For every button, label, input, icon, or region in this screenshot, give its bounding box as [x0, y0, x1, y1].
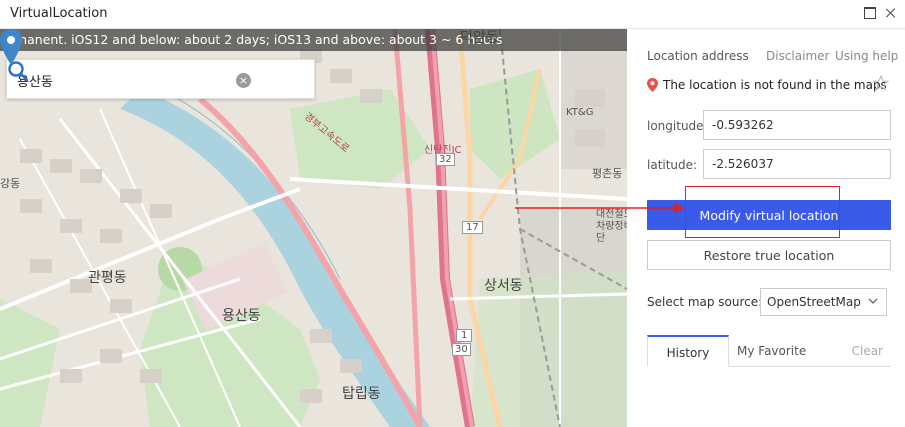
restore-icon[interactable] — [864, 7, 876, 19]
map-label-yongsan: 용산동 — [222, 308, 261, 324]
map-label-pyeongchon: 평촌동 — [592, 167, 623, 180]
location-status: The location is not found in the maps — [663, 78, 887, 92]
clear-search-icon[interactable]: × — [236, 73, 251, 88]
using-help-link[interactable]: Using help — [835, 49, 898, 63]
map-view[interactable]: rmanent. iOS12 and below: about 2 days; … — [0, 29, 627, 427]
map-label-sintanjin-num: 32 — [436, 153, 455, 166]
map-search-input[interactable] — [17, 69, 232, 91]
latitude-label: latitude: — [647, 158, 698, 172]
location-marker-icon — [647, 78, 658, 92]
map-source-value: OpenStreetMap — [767, 295, 861, 309]
map-label-ktg: KT&G — [566, 107, 594, 118]
tab-history[interactable]: History — [647, 335, 729, 367]
longitude-label: longitude: — [647, 119, 708, 133]
title-bar: VirtualLocation — [0, 0, 905, 29]
location-address-label: Location address — [647, 49, 749, 63]
map-label-deogam: 덕암동 — [460, 30, 499, 46]
map-search-box: × — [6, 59, 315, 99]
route-1-shield: 1 — [456, 329, 473, 342]
history-tabs: History My Favorite Clear — [647, 335, 891, 367]
map-label-sangseo: 상서동 — [484, 278, 523, 294]
restore-true-location-button[interactable]: Restore true location — [647, 240, 891, 270]
expiry-banner: rmanent. iOS12 and below: about 2 days; … — [0, 29, 627, 51]
chevron-down-icon — [868, 298, 878, 304]
location-pin-icon — [0, 29, 22, 65]
window-title: VirtualLocation — [10, 6, 108, 21]
map-label-tapnip: 탑립동 — [342, 386, 381, 402]
route-30-shield: 30 — [452, 343, 471, 356]
map-label-gwanpyeong: 관평동 — [88, 270, 127, 286]
route-17-shield: 17 — [462, 221, 483, 234]
close-icon[interactable] — [885, 7, 897, 19]
map-label-gangdong: 강동 — [0, 177, 21, 190]
annotation-arrow — [515, 203, 685, 213]
latitude-field[interactable]: -2.526037 — [703, 149, 891, 179]
longitude-field[interactable]: -0.593262 — [703, 110, 891, 140]
annotation-highlight-box — [685, 186, 840, 238]
disclaimer-link[interactable]: Disclaimer — [766, 49, 829, 63]
tab-my-favorite[interactable]: My Favorite — [737, 335, 806, 367]
favorite-star-icon[interactable] — [873, 75, 889, 91]
map-source-select[interactable]: OpenStreetMap — [760, 288, 887, 316]
map-source-label: Select map source: — [647, 295, 763, 309]
clear-history-button[interactable]: Clear — [852, 335, 883, 367]
